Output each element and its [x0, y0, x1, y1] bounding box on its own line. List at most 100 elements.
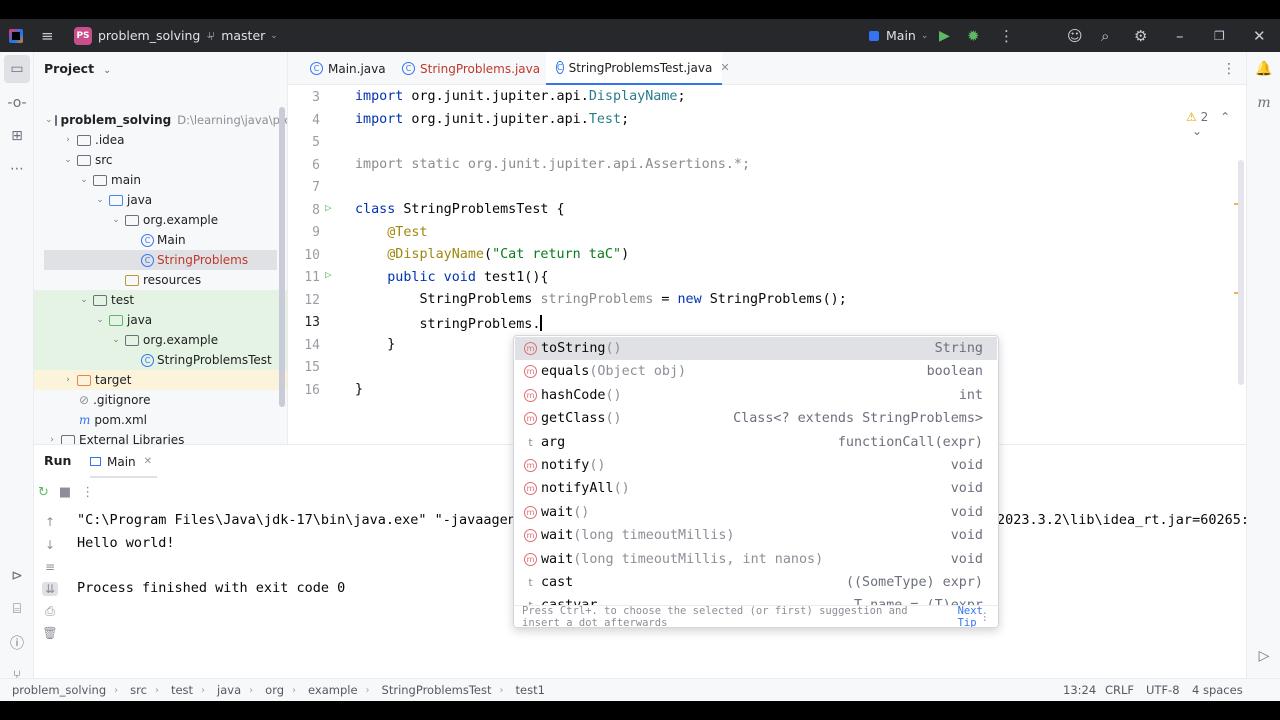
- breadcrumb-item[interactable]: test: [171, 683, 193, 697]
- breadcrumb-item[interactable]: org: [265, 683, 284, 697]
- commit-tool-button[interactable]: -o-: [0, 89, 34, 117]
- next-tip-link[interactable]: Next Tip: [958, 605, 998, 628]
- more-tools-button[interactable]: ⋯: [0, 155, 34, 183]
- run-config-selector[interactable]: Main ⌄: [869, 19, 928, 52]
- title-bar: ≡ PS problem_solving ⌄ ⑂ master ⌄ Main ⌄…: [0, 19, 1280, 52]
- tree-item-main-package[interactable]: ⌄ org.example: [34, 210, 287, 230]
- tab-stringproblemstest-java[interactable]: C StringProblemsTest.java ✕: [546, 52, 730, 85]
- run-tab-label: Main: [107, 454, 136, 469]
- tree-item-test-package[interactable]: ⌄ org.example: [34, 330, 287, 350]
- tree-item-idea[interactable]: › .idea: [34, 130, 287, 150]
- code-line-13: stringProblems.: [355, 315, 542, 332]
- more-vertical-icon[interactable]: ⋮: [81, 485, 94, 500]
- tree-item-target[interactable]: › target: [34, 370, 287, 390]
- completion-item[interactable]: m wait (long timeoutMillis) void: [515, 524, 997, 547]
- close-tab-icon[interactable]: ✕: [144, 456, 152, 467]
- tab-main-java[interactable]: C Main.java: [300, 52, 394, 85]
- tree-item-test-java[interactable]: ⌄ java: [34, 310, 287, 330]
- more-actions-button[interactable]: ⋮: [999, 19, 1014, 52]
- completion-item[interactable]: m notifyAll() void: [515, 477, 997, 500]
- completion-item[interactable]: m equals (Object obj) boolean: [515, 360, 997, 383]
- chevron-up-icon[interactable]: ⌃: [1220, 110, 1230, 124]
- print-button[interactable]: ⎙: [42, 604, 58, 619]
- caret-position[interactable]: 13:24: [1063, 683, 1096, 697]
- stop-icon[interactable]: ■: [59, 485, 71, 500]
- method-icon: m: [524, 529, 537, 543]
- terminal-tool-button[interactable]: ⌸: [0, 595, 34, 623]
- tree-item-stringproblems[interactable]: C StringProblems: [44, 250, 277, 270]
- search-button[interactable]: ⌕: [1101, 19, 1109, 52]
- completion-item[interactable]: m notify() void: [515, 454, 997, 477]
- services-tool-button[interactable]: ⊳: [0, 562, 34, 590]
- run-panel-title: Run: [44, 453, 72, 468]
- completion-item[interactable]: m wait (long timeoutMillis, int nanos) void: [515, 548, 997, 571]
- tree-item-root[interactable]: ⌄ problem_solving D:\learning\java\progi: [34, 110, 287, 130]
- completion-item[interactable]: m hashCode() int: [515, 384, 997, 407]
- tree-item-main[interactable]: ⌄ main: [34, 170, 287, 190]
- tab-stringproblems-java[interactable]: C StringProblems.java: [392, 52, 548, 85]
- breadcrumb-item[interactable]: StringProblemsTest: [382, 683, 492, 697]
- completion-item[interactable]: t cast ((SomeType) expr): [515, 571, 997, 594]
- breadcrumb-item[interactable]: example: [308, 683, 358, 697]
- project-scrollbar[interactable]: [279, 107, 285, 407]
- line-separator[interactable]: CRLF: [1105, 683, 1134, 697]
- run-button[interactable]: ▶: [939, 19, 950, 52]
- completion-name: wait: [541, 504, 574, 520]
- run-class-gutter-icon[interactable]: ▷: [325, 201, 339, 215]
- run-side-button[interactable]: ▷: [1247, 642, 1280, 670]
- scroll-down-button[interactable]: ↓: [42, 538, 58, 552]
- rerun-icon[interactable]: ↻: [38, 485, 49, 500]
- breadcrumb-item[interactable]: test1: [516, 683, 545, 697]
- project-panel-title[interactable]: Project ⌄: [44, 61, 111, 76]
- branch-selector[interactable]: ⑂ master ⌄: [208, 19, 278, 52]
- completion-item[interactable]: m wait() void: [515, 501, 997, 524]
- completion-name: notifyAll: [541, 481, 614, 497]
- breadcrumb-item[interactable]: problem_solving: [12, 683, 106, 697]
- maven-tool-button[interactable]: m: [1247, 89, 1280, 117]
- run-tab-main[interactable]: Main ✕: [90, 445, 152, 478]
- file-encoding[interactable]: UTF-8: [1146, 683, 1180, 697]
- indent-setting[interactable]: 4 spaces: [1192, 683, 1243, 697]
- notifications-button[interactable]: 🔔: [1247, 55, 1280, 83]
- tree-item-resources[interactable]: resources: [34, 270, 287, 290]
- project-tool-button[interactable]: ▭: [4, 55, 30, 83]
- scroll-to-end-button[interactable]: ⇊: [42, 582, 58, 596]
- chevron-down-icon[interactable]: ⌄: [1192, 124, 1202, 138]
- tree-item-test[interactable]: ⌄ test: [34, 290, 287, 310]
- tree-item-src[interactable]: ⌄ src: [34, 150, 287, 170]
- close-window-button[interactable]: ✕: [1253, 19, 1266, 52]
- tree-item-external-libraries[interactable]: › External Libraries: [34, 430, 287, 444]
- minimize-button[interactable]: –: [1176, 19, 1184, 52]
- settings-button[interactable]: ⚙: [1134, 19, 1147, 52]
- project-badge: PS: [74, 26, 92, 45]
- completion-item[interactable]: m toString() String: [515, 337, 997, 360]
- restore-button[interactable]: ❐: [1214, 19, 1225, 52]
- ide-logo-icon[interactable]: [9, 19, 23, 52]
- clear-button[interactable]: 🗑: [42, 626, 58, 640]
- completion-item[interactable]: m getClass() Class<? extends StringProblem…: [515, 407, 997, 430]
- tree-item-main-class[interactable]: C Main: [34, 230, 287, 250]
- close-tab-icon[interactable]: ✕: [720, 61, 729, 74]
- debug-button[interactable]: ✹: [967, 19, 980, 52]
- structure-tool-button[interactable]: ⊞: [0, 122, 34, 150]
- minimize-icon: –: [1176, 26, 1184, 45]
- profile-button[interactable]: ☺: [1067, 19, 1083, 52]
- tree-item-pom[interactable]: m pom.xml: [34, 410, 287, 430]
- main-menu-icon[interactable]: ≡: [41, 19, 54, 52]
- tabs-more-button[interactable]: ⋮: [1222, 52, 1236, 85]
- chevron-right-icon: ›: [154, 684, 159, 696]
- breadcrumb-item[interactable]: src: [130, 683, 147, 697]
- editor-scrollbar[interactable]: [1238, 160, 1244, 385]
- soft-wrap-button[interactable]: ≡: [42, 560, 58, 574]
- tree-item-gitignore[interactable]: ⊘ .gitignore: [34, 390, 287, 410]
- more-vertical-icon[interactable]: ⋮: [980, 611, 991, 623]
- run-test-gutter-icon[interactable]: ▷: [325, 268, 339, 282]
- project-selector[interactable]: PS problem_solving ⌄: [74, 19, 213, 52]
- completion-item[interactable]: t arg functionCall(expr): [515, 431, 997, 454]
- tree-item-test-class[interactable]: C StringProblemsTest: [34, 350, 287, 370]
- scroll-up-button[interactable]: ↑: [42, 515, 58, 529]
- inspection-widget[interactable]: ⚠ 2 ⌃ ⌄: [1186, 110, 1246, 138]
- breadcrumb-item[interactable]: java: [217, 683, 241, 697]
- problems-tool-button[interactable]: ⓘ: [0, 629, 34, 657]
- tree-item-main-java[interactable]: ⌄ java: [34, 190, 287, 210]
